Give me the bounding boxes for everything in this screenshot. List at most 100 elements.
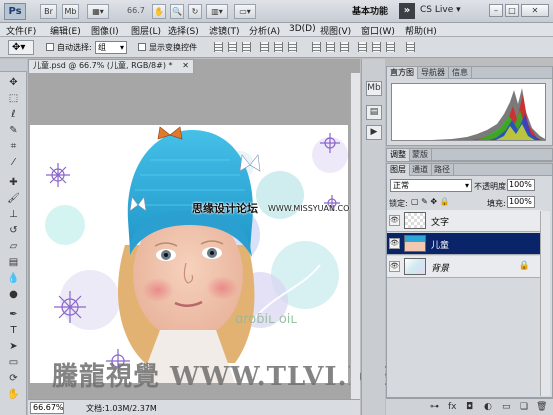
- move-tool-icon[interactable]: ✥: [6, 76, 21, 89]
- tab-layers[interactable]: 图层: [387, 164, 410, 176]
- delete-layer-icon[interactable]: 🗑: [536, 402, 547, 412]
- document-size[interactable]: 文档:1.03M/2.37M: [86, 403, 157, 414]
- type-tool-icon[interactable]: T: [6, 324, 21, 337]
- adjustment-layer-icon[interactable]: ◐: [484, 402, 492, 412]
- tab-histogram[interactable]: 直方图: [387, 67, 418, 79]
- rotate-view-button[interactable]: ↻: [188, 4, 202, 19]
- toolbox-header[interactable]: [0, 59, 27, 72]
- history-panel-icon[interactable]: ▤: [366, 105, 382, 120]
- mini-bridge-button[interactable]: Mb: [62, 4, 79, 19]
- visibility-eye-icon[interactable]: 👁: [389, 238, 400, 249]
- blend-mode-dropdown[interactable]: 正常 ▾: [390, 179, 472, 192]
- screen-mode-button[interactable]: ▭▾: [234, 4, 256, 19]
- brush-tool-icon[interactable]: 🖌: [6, 192, 21, 205]
- distribute-vcenter-icon[interactable]: [326, 42, 335, 52]
- align-right-icon[interactable]: [288, 42, 297, 52]
- lasso-tool-icon[interactable]: ℓ: [6, 108, 21, 121]
- quick-select-tool-icon[interactable]: ✎: [6, 124, 21, 137]
- pen-tool-icon[interactable]: ✒: [6, 308, 21, 321]
- menu-filter[interactable]: 滤镜(T): [209, 24, 240, 37]
- add-mask-icon[interactable]: ◘: [466, 402, 473, 412]
- maximize-icon[interactable]: □: [505, 4, 519, 17]
- minimize-icon[interactable]: –: [489, 4, 503, 17]
- 3d-rotate-tool-icon[interactable]: ⟳: [6, 372, 21, 385]
- tab-masks[interactable]: 蒙版: [409, 149, 432, 161]
- menu-file[interactable]: 文件(F): [6, 24, 36, 37]
- align-left-icon[interactable]: [260, 42, 269, 52]
- distribute-hcenter-icon[interactable]: [372, 42, 381, 52]
- new-layer-icon[interactable]: ❏: [520, 402, 528, 412]
- distribute-right-icon[interactable]: [386, 42, 395, 52]
- tab-close-icon[interactable]: ✕: [182, 60, 189, 72]
- layers-scrollbar[interactable]: [540, 211, 550, 396]
- eraser-tool-icon[interactable]: ▱: [6, 240, 21, 253]
- history-brush-icon[interactable]: ↺: [6, 224, 21, 237]
- align-bottom-icon[interactable]: [242, 42, 251, 52]
- gradient-tool-icon[interactable]: ▤: [6, 256, 21, 269]
- auto-select-dropdown[interactable]: 组 ▾: [95, 41, 127, 54]
- close-icon[interactable]: ✕: [521, 4, 549, 17]
- dodge-tool-icon[interactable]: ●: [6, 288, 21, 301]
- hand-tool-icon[interactable]: ✋: [6, 388, 21, 401]
- image-canvas[interactable]: ɑroɓiʟ oiʟ: [30, 125, 348, 383]
- bridge-button[interactable]: Br: [40, 4, 57, 19]
- tab-channels[interactable]: 通道: [409, 164, 432, 176]
- menu-edit[interactable]: 编辑(E): [50, 24, 81, 37]
- crop-tool-icon[interactable]: ⌗: [6, 140, 21, 153]
- zoom-level[interactable]: 66.7: [127, 6, 145, 15]
- layer-style-icon[interactable]: fx: [448, 402, 457, 412]
- distribute-top-icon[interactable]: [312, 42, 321, 52]
- eyedropper-tool-icon[interactable]: ⁄: [6, 156, 21, 169]
- shape-tool-icon[interactable]: ▭: [6, 356, 21, 369]
- menu-image[interactable]: 图像(I): [91, 24, 119, 37]
- opacity-input[interactable]: 100%: [507, 179, 535, 191]
- healing-brush-icon[interactable]: ✚: [6, 176, 21, 189]
- visibility-eye-icon[interactable]: 👁: [389, 261, 400, 272]
- vertical-scrollbar[interactable]: [350, 73, 360, 399]
- tool-preset-picker[interactable]: ✥▾: [8, 40, 34, 55]
- menu-analysis[interactable]: 分析(A): [249, 24, 280, 37]
- minibridge-panel-icon[interactable]: Mb: [366, 81, 382, 96]
- view-extras-button[interactable]: ▦▾: [87, 4, 109, 19]
- tab-info[interactable]: 信息: [449, 67, 472, 79]
- layer-row-text[interactable]: 👁 文字: [387, 210, 542, 232]
- menu-window[interactable]: 窗口(W): [361, 24, 395, 37]
- align-hcenter-icon[interactable]: [274, 42, 283, 52]
- layer-row-background[interactable]: 👁 背景 🔒: [387, 256, 542, 278]
- align-vcenter-icon[interactable]: [228, 42, 237, 52]
- tab-navigator[interactable]: 导航器: [418, 67, 449, 79]
- lock-options-icon[interactable]: ▢ ✎ ✥ 🔒: [411, 197, 450, 206]
- workspace-label[interactable]: 基本功能: [352, 4, 388, 17]
- actions-panel-icon[interactable]: ▶: [366, 125, 382, 140]
- tab-paths[interactable]: 路径: [431, 164, 454, 176]
- hand-tool-button[interactable]: ✋: [152, 4, 166, 19]
- document-tab[interactable]: 儿童.psd @ 66.7% (儿童, RGB/8#) * ✕: [28, 59, 194, 73]
- auto-select-checkbox[interactable]: [46, 43, 54, 51]
- layer-row-child[interactable]: 👁 儿童: [387, 233, 542, 255]
- visibility-eye-icon[interactable]: 👁: [389, 215, 400, 226]
- menu-3d[interactable]: 3D(D): [289, 24, 316, 34]
- clone-stamp-icon[interactable]: ⊥: [6, 208, 21, 221]
- align-top-icon[interactable]: [214, 42, 223, 52]
- arrange-documents-button[interactable]: ▥▾: [206, 4, 228, 19]
- auto-align-layers-icon[interactable]: [406, 42, 415, 52]
- menu-view[interactable]: 视图(V): [320, 24, 351, 37]
- new-group-icon[interactable]: ▭: [502, 402, 511, 412]
- path-select-tool-icon[interactable]: ➤: [6, 340, 21, 353]
- distribute-bottom-icon[interactable]: [340, 42, 349, 52]
- fill-input[interactable]: 100%: [507, 196, 535, 208]
- workspace-more-icon[interactable]: »: [399, 3, 415, 19]
- status-zoom-field[interactable]: 66.67%: [30, 402, 64, 414]
- menu-layer[interactable]: 图层(L): [131, 24, 161, 37]
- zoom-tool-button[interactable]: 🔍: [170, 4, 184, 19]
- cs-live-button[interactable]: CS Live ▾: [420, 5, 461, 15]
- menu-help[interactable]: 帮助(H): [405, 24, 437, 37]
- link-layers-icon[interactable]: ⊶: [430, 402, 439, 412]
- menu-select[interactable]: 选择(S): [168, 24, 199, 37]
- show-transform-checkbox[interactable]: [138, 43, 146, 51]
- marquee-tool-icon[interactable]: ⬚: [6, 92, 21, 105]
- toolbox: ✥ ⬚ ℓ ✎ ⌗ ⁄ ✚ 🖌 ⊥ ↺ ▱ ▤ 💧 ● ✒ T ➤ ▭ ⟳ ✋: [0, 72, 27, 415]
- distribute-left-icon[interactable]: [358, 42, 367, 52]
- tab-adjustments[interactable]: 调整: [387, 149, 410, 161]
- blur-tool-icon[interactable]: 💧: [6, 272, 21, 285]
